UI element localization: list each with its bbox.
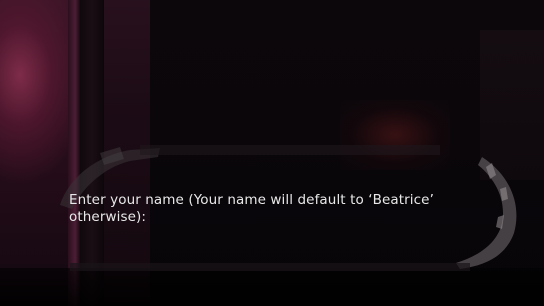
name-prompt-text: Enter your name (Your name will default … <box>69 192 434 225</box>
frame-top-band <box>140 145 440 155</box>
dialogue-box[interactable]: Enter your name (Your name will default … <box>60 186 440 266</box>
frame-right-crescent <box>456 157 517 269</box>
game-scene: Enter your name (Your name will default … <box>0 0 544 306</box>
